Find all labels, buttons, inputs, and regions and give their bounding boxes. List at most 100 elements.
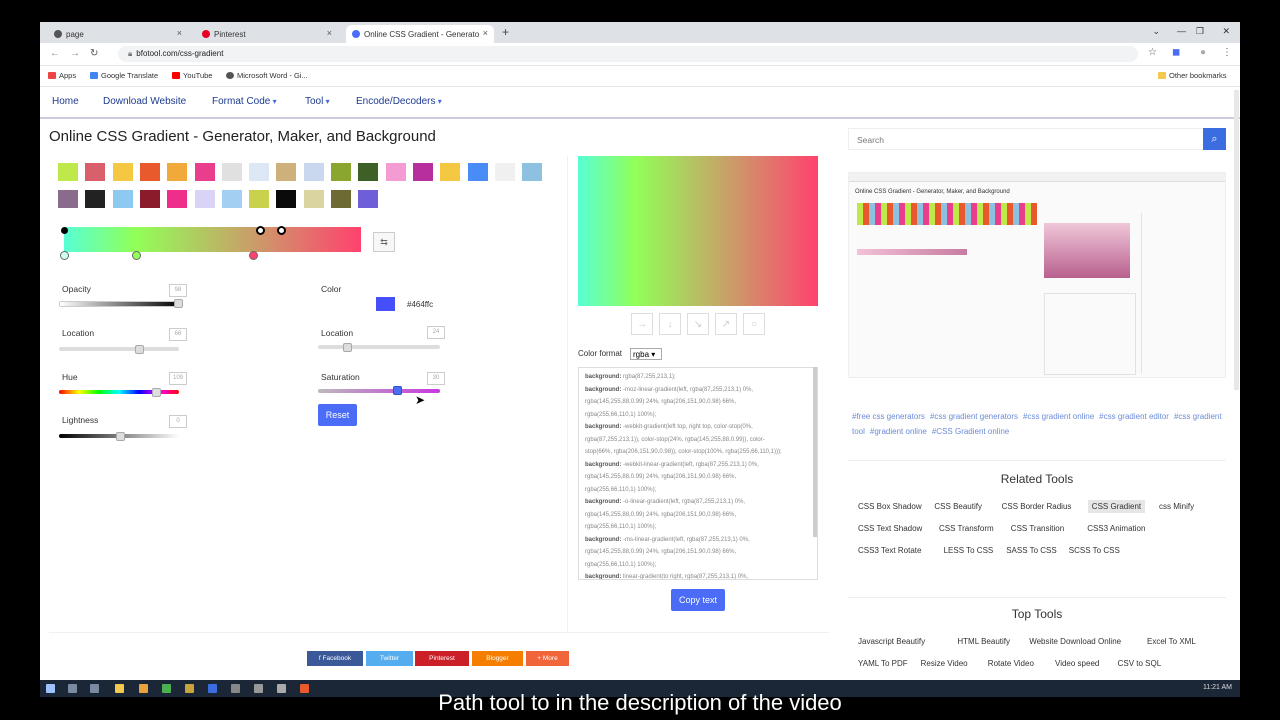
gradient-preset-swatch[interactable] [440,163,461,181]
share-blogger-button[interactable]: Blogger [472,651,523,666]
url-input[interactable]: 🔒︎ bfotool.com/css-gradient [118,46,1138,62]
swap-direction-icon[interactable]: ⇆ [373,232,395,252]
forward-icon[interactable]: → [70,48,80,59]
copy-text-button[interactable]: Copy text [671,589,725,611]
tool-link[interactable]: CSS Transform [935,522,998,535]
tag-link[interactable]: #css gradient online [1023,412,1094,421]
scrollbar[interactable] [813,367,817,537]
bookmark-apps[interactable]: Apps [48,71,76,80]
radial-icon[interactable]: ○ [743,313,765,335]
reset-button[interactable]: Reset [318,404,357,426]
gradient-editor-bar[interactable] [64,227,361,252]
gradient-preset-swatch[interactable] [331,163,351,181]
tag-link[interactable]: #css gradient editor [1099,412,1169,421]
tab-pinterest[interactable]: Pinterest × [196,25,338,43]
gradient-preset-swatch[interactable] [412,163,433,181]
tag-link[interactable]: #free css generators [852,412,925,421]
bookmark-other[interactable]: Other bookmarks [1158,71,1227,80]
tag-link[interactable]: #css gradient generators [930,412,1018,421]
new-tab-button[interactable]: + [502,25,509,39]
color-stop-handle[interactable] [249,251,258,260]
tool-link[interactable]: CSS Border Radius [998,500,1076,513]
close-icon[interactable]: × [327,28,332,38]
hue-slider-thumb[interactable] [152,388,161,397]
gradient-preset-swatch[interactable] [303,163,324,181]
tool-link[interactable]: CSS Box Shadow [854,500,926,513]
tool-link[interactable]: Javascript Beautify [854,635,929,648]
opacity-stop-handle[interactable] [256,226,265,235]
tab-page[interactable]: page × [48,25,188,43]
bookmark-star-icon[interactable]: ☆ [1148,47,1157,58]
tool-link[interactable]: Resize Video [917,657,972,670]
location-slider-thumb[interactable] [343,343,352,352]
window-dropdown-icon[interactable]: ⌄ [1152,26,1160,37]
gradient-preset-swatch[interactable] [194,163,215,181]
gradient-preset-swatch[interactable] [385,163,406,181]
tool-link[interactable]: YAML To PDF [854,657,912,670]
bookmark-youtube[interactable]: YouTube [172,71,212,80]
tool-link[interactable]: Rotate Video [984,657,1038,670]
gradient-preset-swatch[interactable] [467,163,488,181]
search-icon[interactable]: ⌕ [1203,128,1226,150]
bookmark-google-translate[interactable]: Google Translate [90,71,158,80]
gradient-preset-swatch[interactable] [167,163,188,181]
tool-link[interactable]: Video speed [1051,657,1103,670]
tool-link[interactable]: LESS To CSS [940,544,998,557]
gradient-preset-swatch[interactable] [58,163,78,181]
nav-home[interactable]: Home [52,96,79,107]
gradient-preset-swatch[interactable] [249,190,270,208]
gradient-preset-swatch[interactable] [139,163,160,181]
page-scrollbar[interactable] [1234,90,1239,390]
location-slider-thumb[interactable] [135,345,144,354]
saturation-slider-thumb[interactable] [393,386,402,395]
share-pinterest-button[interactable]: Pinterest [415,651,469,666]
tag-link[interactable]: #gradient online [870,427,927,436]
opacity-slider[interactable] [59,301,181,307]
search-input[interactable]: Search [857,135,884,145]
saturation-input[interactable]: 30 [427,372,445,385]
tool-link[interactable]: HTML Beautify [953,635,1014,648]
direction-diagonal-down-icon[interactable]: ↘ [687,313,709,335]
location-slider[interactable] [318,345,440,349]
reload-icon[interactable]: ↻ [90,48,98,59]
nav-download-website[interactable]: Download Website [103,96,186,107]
direction-diagonal-up-icon[interactable]: ↗ [715,313,737,335]
gradient-preset-swatch[interactable] [276,190,297,208]
gradient-preset-swatch[interactable] [276,163,297,181]
opacity-stop-handle[interactable] [61,227,68,234]
opacity-stop-handle[interactable] [277,226,286,235]
close-icon[interactable]: × [177,28,182,38]
tool-link[interactable]: CSS Gradient [1087,500,1146,513]
gradient-preset-swatch[interactable] [303,190,324,208]
gradient-preset-swatch[interactable] [331,190,351,208]
share-twitter-button[interactable]: Twitter [366,651,413,666]
bookmark-word[interactable]: Microsoft Word - Gi... [226,71,308,80]
hue-slider[interactable] [59,390,179,394]
window-close-icon[interactable]: ✕ [1222,26,1230,37]
tool-link[interactable]: css Minify [1155,500,1198,513]
color-stop-handle[interactable] [132,251,141,260]
tag-link[interactable]: #CSS Gradient online [932,427,1009,436]
gradient-preset-swatch[interactable] [85,163,106,181]
hue-input[interactable]: 109 [169,372,187,385]
tab-css-gradient[interactable]: Online CSS Gradient - Generato × [346,25,494,43]
tool-link[interactable]: CSS3 Text Rotate [854,544,925,557]
gradient-preset-swatch[interactable] [112,163,133,181]
css-code-output[interactable]: background: rgba(87,255,213,1); backgroun… [578,367,818,580]
gradient-preset-swatch[interactable] [522,163,543,181]
tool-link[interactable]: SCSS To CSS [1065,544,1124,557]
opacity-slider-thumb[interactable] [174,299,183,308]
back-icon[interactable]: ← [50,48,60,59]
color-swatch[interactable] [376,297,395,311]
lightness-input[interactable]: 0 [169,415,187,428]
nav-encode-decoders[interactable]: Encode/Decoders [356,96,442,107]
share-more-button[interactable]: + More [526,651,569,666]
tool-link[interactable]: SASS To CSS [1002,544,1061,557]
nav-format-code[interactable]: Format Code [212,96,277,107]
menu-kebab-icon[interactable]: ⋮ [1222,47,1232,58]
tool-link[interactable]: CSS Text Shadow [854,522,926,535]
nav-tool[interactable]: Tool [305,96,330,107]
gradient-preset-swatch[interactable] [139,190,160,208]
location-input[interactable]: 24 [427,326,445,339]
tool-link[interactable]: CSS Beautify [930,500,986,513]
